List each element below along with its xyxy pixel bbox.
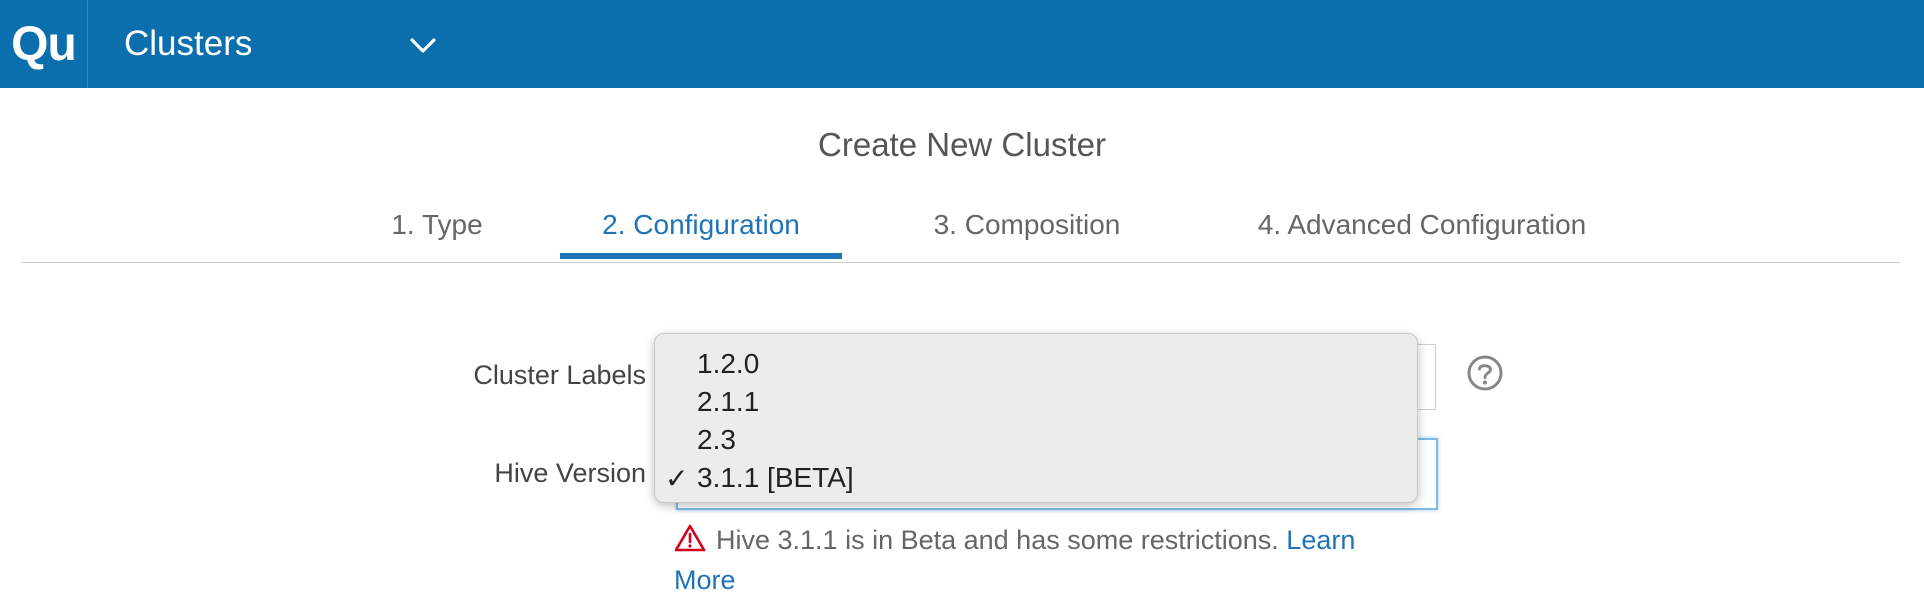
question-circle-icon[interactable] xyxy=(1466,354,1504,392)
logo-text: Qu xyxy=(11,17,77,71)
option-label: 2.3 xyxy=(697,424,736,455)
chevron-down-icon xyxy=(410,38,436,53)
option-label: 3.1.1 [BETA] xyxy=(697,462,854,493)
warning-text: Hive 3.1.1 is in Beta and has some restr… xyxy=(716,525,1279,555)
wizard-tabs: 1. Type 2. Configuration 3. Composition … xyxy=(22,200,1900,263)
hive-version-dropdown-menu: 1.2.0 2.1.1 2.3 ✓ 3.1.1 [BETA] xyxy=(654,333,1418,503)
hive-version-option-3-1-1-beta[interactable]: ✓ 3.1.1 [BETA] xyxy=(655,460,1417,498)
app-switcher-dropdown[interactable]: Clusters xyxy=(88,0,468,88)
tab-type[interactable]: 1. Type xyxy=(352,200,522,258)
check-icon: ✓ xyxy=(665,463,689,494)
top-nav-bar: Qu Clusters xyxy=(0,0,1924,88)
hive-version-option-1-2-0[interactable]: 1.2.0 xyxy=(655,346,1417,384)
warning-triangle-icon xyxy=(674,524,706,552)
tab-composition[interactable]: 3. Composition xyxy=(902,200,1152,258)
option-label: 2.1.1 xyxy=(697,386,760,417)
tab-configuration[interactable]: 2. Configuration xyxy=(560,200,842,259)
tab-advanced-configuration[interactable]: 4. Advanced Configuration xyxy=(1212,200,1632,258)
cluster-labels-label: Cluster Labels xyxy=(473,360,646,390)
option-label: 1.2.0 xyxy=(697,348,760,379)
hive-version-option-2-3[interactable]: 2.3 xyxy=(655,422,1417,460)
beta-warning-message: Hive 3.1.1 is in Beta and has some restr… xyxy=(674,520,1414,600)
logo[interactable]: Qu xyxy=(0,0,88,88)
app-title: Clusters xyxy=(124,24,253,63)
page-title: Create New Cluster xyxy=(818,126,1106,163)
hive-version-label: Hive Version xyxy=(494,458,646,488)
hive-version-option-2-1-1[interactable]: 2.1.1 xyxy=(655,384,1417,422)
